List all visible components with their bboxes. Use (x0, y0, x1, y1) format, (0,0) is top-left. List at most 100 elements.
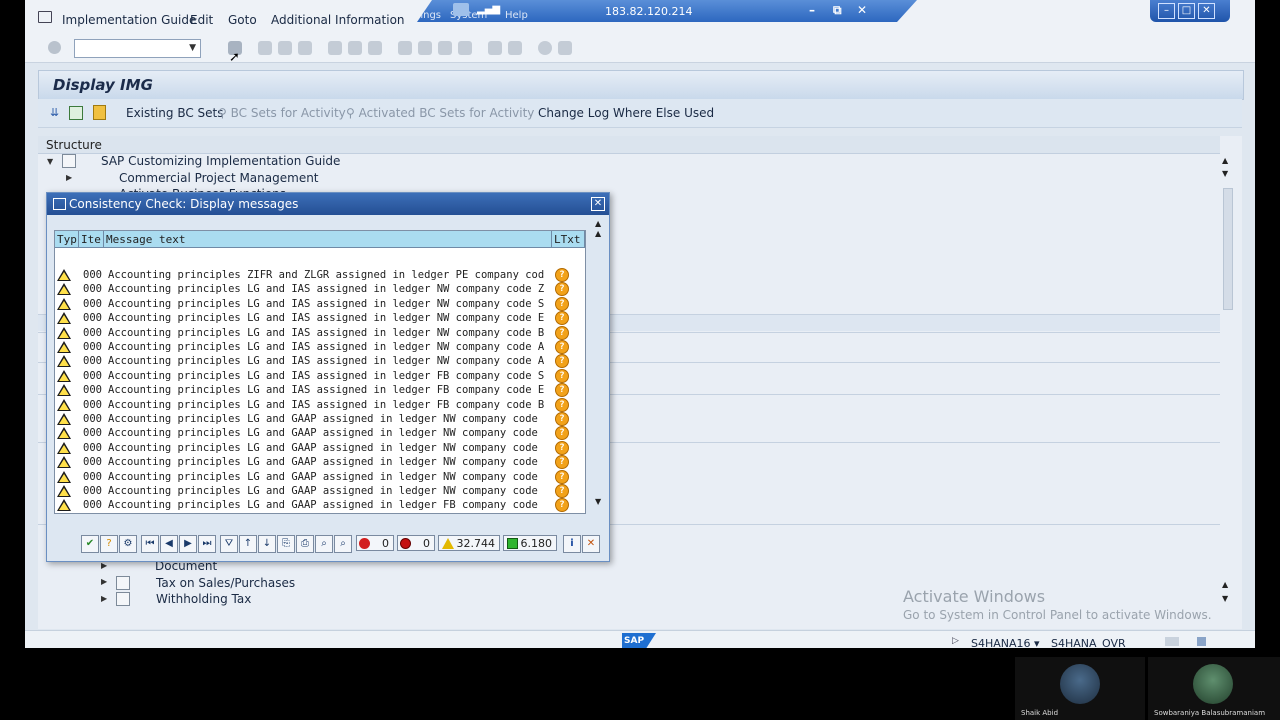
menu-additional-information[interactable]: Additional Information (271, 13, 405, 27)
previous-message-icon[interactable]: ◀ (160, 535, 178, 553)
where-else-used-button[interactable]: Where Else Used (613, 106, 714, 120)
table-row[interactable]: 000 Accounting principles LG and IAS assi… (55, 397, 585, 412)
activated-bc-sets-button[interactable]: ⚲ Activated BC Sets for Activity (346, 106, 534, 120)
status-icon[interactable] (1165, 637, 1179, 646)
technical-info-icon[interactable]: ⚙ (119, 535, 137, 553)
long-text-icon[interactable]: ? (555, 383, 569, 398)
remote-restore-icon[interactable]: ⧉ (833, 3, 842, 18)
cancel-icon[interactable] (298, 41, 312, 55)
scroll-up-icon[interactable]: ▲ (1222, 580, 1228, 589)
long-text-icon[interactable]: ? (555, 268, 569, 282)
menu-icon[interactable] (38, 11, 52, 23)
long-text-icon[interactable]: ? (555, 368, 569, 383)
new-session-icon[interactable] (488, 41, 502, 55)
table-row[interactable]: 000 Accounting principles LG and IAS assi… (55, 368, 585, 383)
find-icon[interactable]: ⌕ (315, 535, 333, 553)
column-header-message-text[interactable]: Message text (104, 231, 552, 248)
menu-goto[interactable]: Goto (228, 13, 257, 27)
find-next-icon[interactable]: ⌕ (334, 535, 352, 553)
print-icon[interactable] (328, 41, 342, 55)
long-text-icon[interactable]: ? (555, 311, 569, 326)
stop-count[interactable]: 0 (356, 535, 394, 551)
release-notes-icon[interactable] (93, 105, 106, 120)
tree-root[interactable]: SAP Customizing Implementation Guide (101, 154, 340, 168)
menu-implementation-guide[interactable]: Implementation Guide (62, 13, 196, 27)
long-text-icon[interactable]: ? (555, 397, 569, 412)
chevron-down-icon[interactable]: ▼ (189, 43, 196, 53)
scroll-down-icon[interactable]: ▼ (1222, 594, 1228, 603)
long-text-icon[interactable]: ? (555, 498, 569, 513)
help-icon[interactable] (538, 41, 552, 55)
scroll-down-icon[interactable]: ▼ (1222, 169, 1228, 178)
warning-count[interactable]: 32.744 (438, 535, 500, 551)
info-icon[interactable]: i (563, 535, 581, 553)
play-icon[interactable]: ▷ (952, 636, 959, 646)
table-row[interactable]: 000 Accounting principles LG and GAAP ass… (55, 469, 585, 484)
remote-minimize-icon[interactable]: – (809, 3, 815, 17)
expand-icon[interactable]: ▶ (101, 577, 107, 586)
table-row[interactable]: 000 Accounting principles LG and GAAP ass… (55, 440, 585, 455)
expand-icon[interactable]: ▶ (101, 594, 107, 603)
continue-icon[interactable]: ✔ (81, 535, 99, 553)
table-row[interactable]: 000 Accounting principles LG and IAS assi… (55, 340, 585, 354)
previous-page-icon[interactable] (418, 41, 432, 55)
command-field[interactable]: ▼ (74, 39, 201, 58)
column-header-type[interactable]: Typ (55, 231, 79, 248)
close-icon[interactable]: ✕ (1198, 3, 1215, 19)
system-id[interactable]: S4HANA16 ▾ (971, 637, 1040, 648)
long-text-icon[interactable]: ? (555, 354, 569, 369)
find-next-icon[interactable] (368, 41, 382, 55)
exit-icon[interactable] (278, 41, 292, 55)
participant-tile[interactable]: Sowbaraniya Balasubramaniam (1148, 657, 1280, 720)
last-page-icon[interactable] (458, 41, 472, 55)
enter-icon[interactable] (48, 41, 61, 54)
column-header-long-text[interactable]: LTxt (552, 231, 585, 248)
column-header-item[interactable]: Ite (79, 231, 104, 248)
insert-mode[interactable]: OVR (1102, 637, 1126, 648)
next-page-icon[interactable] (438, 41, 452, 55)
filter-icon[interactable]: ⛛ (220, 535, 238, 553)
participant-tile[interactable]: Shaik Abid (1015, 657, 1145, 720)
long-text-icon[interactable]: ? (555, 484, 569, 498)
bc-sets-for-activity-button[interactable]: ⚲ BC Sets for Activity (218, 106, 346, 120)
long-text-icon[interactable]: ? (555, 325, 569, 340)
long-text-icon[interactable]: ? (555, 412, 569, 426)
table-row[interactable]: 000 Accounting principles LG and GAAP ass… (55, 412, 585, 426)
first-message-icon[interactable]: ⏮ (141, 535, 159, 553)
sort-descending-icon[interactable]: ↓ (258, 535, 276, 553)
long-text-icon[interactable]: ? (555, 296, 569, 311)
tree-item[interactable]: Tax on Sales/Purchases (156, 576, 295, 590)
long-text-icon[interactable]: ? (555, 455, 569, 470)
sort-ascending-icon[interactable]: ↑ (239, 535, 257, 553)
table-row[interactable]: 000 Accounting principles LG and IAS assi… (55, 282, 585, 297)
collapse-icon[interactable]: ▼ (47, 157, 53, 166)
menu-help[interactable]: Help (505, 10, 528, 21)
expand-icon[interactable]: ▶ (101, 561, 107, 570)
dialog-close-icon[interactable]: ✕ (591, 197, 605, 211)
tree-item[interactable]: Withholding Tax (156, 592, 251, 606)
copy-icon[interactable]: ⎘ (277, 535, 295, 553)
print-icon[interactable]: ⎙ (296, 535, 314, 553)
shortcut-icon[interactable] (508, 41, 522, 55)
existing-bc-sets-button[interactable]: Existing BC Sets (126, 106, 224, 120)
scroll-up-icon[interactable]: ▲ (595, 229, 601, 238)
long-text-icon[interactable]: ? (555, 340, 569, 354)
expand-subtree-icon[interactable]: ⇊ (50, 106, 59, 119)
find-icon[interactable] (348, 41, 362, 55)
long-text-icon[interactable]: ? (555, 469, 569, 484)
long-text-icon[interactable]: ? (555, 426, 569, 441)
layout-icon[interactable] (558, 41, 572, 55)
next-message-icon[interactable]: ▶ (179, 535, 197, 553)
menu-edit[interactable]: Edit (190, 13, 213, 27)
maximize-icon[interactable]: □ (1178, 3, 1195, 19)
remote-close-icon[interactable]: ✕ (857, 3, 867, 17)
navigation-icon[interactable] (69, 106, 83, 120)
scroll-up-icon[interactable]: ▲ (1222, 156, 1228, 165)
last-message-icon[interactable]: ⏭ (198, 535, 216, 553)
tree-scrollbar[interactable]: ▲ ▼ ▲ ▼ (1221, 156, 1233, 608)
expand-icon[interactable]: ▶ (66, 173, 72, 182)
table-row[interactable]: 000 Accounting principles LG and IAS assi… (55, 311, 585, 326)
table-row[interactable]: 000 Accounting principles ZIFR and ZLGR a… (55, 268, 585, 282)
success-count[interactable]: 6.180 (503, 535, 557, 551)
cancel-icon[interactable]: ✕ (582, 535, 600, 553)
